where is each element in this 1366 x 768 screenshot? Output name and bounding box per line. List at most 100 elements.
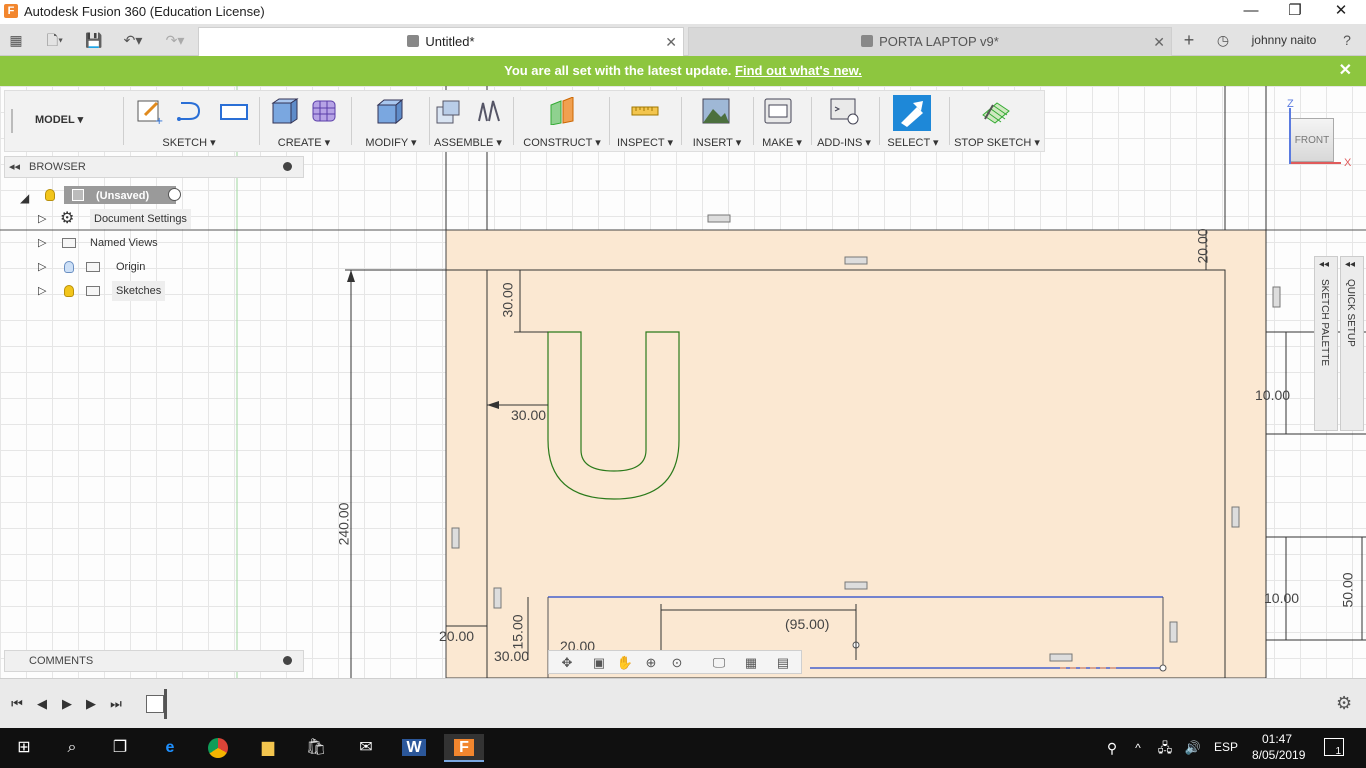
undo-icon[interactable]: ↶▾ [116,30,150,50]
insert-label[interactable]: INSERT ▾ [685,136,749,149]
comments-panel[interactable]: COMMENTS [4,650,304,672]
expand-palette-icon[interactable]: ◂◂ [1345,259,1355,270]
extrude-icon[interactable] [269,97,299,125]
dimension-label[interactable]: 240.00 [335,503,351,546]
viewports-icon[interactable]: ▤ [773,655,793,671]
search-icon[interactable]: ⌕ [52,734,92,762]
whats-new-link[interactable]: Find out what's new. [735,63,862,78]
network-icon[interactable]: 🖧 [1152,734,1178,762]
expand-triangle-icon[interactable]: ▷ [38,281,46,301]
dimension-label[interactable]: 30.00 [494,648,529,664]
close-window-button[interactable]: ✕ [1318,0,1364,24]
close-banner-icon[interactable]: ✕ [1339,56,1352,86]
store-icon[interactable]: 🛍 [296,734,336,762]
add-ins-label[interactable]: ADD-INS ▾ [813,136,875,149]
tab-porta-laptop[interactable]: PORTA LAPTOP v9* ✕ [688,27,1172,56]
fusion-taskbar-icon[interactable]: F [444,734,484,762]
pan-icon[interactable]: ✋ [615,655,635,671]
chrome-icon[interactable] [198,734,238,762]
timeline-marker[interactable] [164,689,167,719]
display-settings-icon[interactable]: 🖵 [709,655,729,671]
press-pull-icon[interactable] [375,97,405,125]
inspect-label[interactable]: INSPECT ▾ [613,136,677,149]
create-label[interactable]: CREATE ▾ [265,136,343,149]
redo-icon[interactable]: ↷▾ [158,30,192,50]
visibility-bulb-icon[interactable] [45,189,55,201]
insert-group[interactable]: INSERT ▾ [685,91,749,151]
look-at-icon[interactable]: ▣ [589,655,609,671]
close-tab-icon[interactable]: ✕ [1153,28,1165,56]
make-label[interactable]: MAKE ▾ [757,136,807,149]
clock-date[interactable]: 8/05/2019 [1252,748,1305,762]
collapse-browser-icon[interactable]: ◂◂ [9,157,20,177]
zoom-icon[interactable]: ⊕ [641,655,661,671]
sketch-line-icon[interactable] [175,97,205,125]
tree-root[interactable]: ◢ (Unsaved) [20,185,190,205]
add-comment-icon[interactable] [283,656,292,665]
create-sketch-icon[interactable]: + [135,97,165,125]
user-account[interactable]: johnny naito [1244,30,1324,50]
windows-start-icon[interactable]: ⊞ [4,734,44,762]
scripts-icon[interactable] [829,97,859,125]
expand-triangle-icon[interactable]: ▷ [38,233,46,253]
visibility-bulb-icon[interactable] [64,261,74,273]
select-group[interactable]: SELECT ▾ [881,91,945,151]
job-status-icon[interactable]: ◷ [1212,30,1234,50]
tab-untitled[interactable]: Untitled* ✕ [198,27,684,56]
dimension-label[interactable]: 20.00 [1195,228,1211,263]
expand-triangle-icon[interactable]: ▷ [38,257,46,277]
dimension-label[interactable]: 20.00 [439,628,474,644]
input-language[interactable]: ESP [1214,740,1238,754]
notifications-icon[interactable]: 1 [1324,738,1344,757]
sketch-feature-icon[interactable] [146,695,164,713]
modify-label[interactable]: MODIFY ▾ [357,136,425,149]
stop-sketch-icon[interactable] [981,97,1011,125]
file-menu-icon[interactable]: 🗋▾ [38,30,72,50]
expand-triangle-icon[interactable]: ▷ [38,209,46,229]
inspect-group[interactable]: INSPECT ▾ [613,91,677,151]
restore-button[interactable]: ❐ [1272,0,1318,24]
modify-group[interactable]: MODIFY ▾ [357,91,425,151]
measure-icon[interactable] [630,97,660,125]
assemble-label[interactable]: ASSEMBLE ▾ [431,136,505,149]
sketch-group[interactable]: + SKETCH ▾ [129,91,249,151]
browser-item-document-settings[interactable]: ▷ ⚙ Document Settings [38,209,198,229]
file-explorer-icon[interactable]: ▆ [248,734,288,762]
task-view-icon[interactable]: ❐ [100,734,140,762]
joint-icon[interactable] [473,97,503,125]
construct-group[interactable]: CONSTRUCT ▾ [519,91,605,151]
edge-browser-icon[interactable]: e [150,734,190,762]
play-icon[interactable]: ▶ [58,696,76,712]
insert-image-icon[interactable] [701,97,731,125]
sketch-label[interactable]: SKETCH ▾ [129,136,249,149]
new-component-icon[interactable] [433,97,463,125]
minimize-button[interactable]: — [1228,0,1274,24]
visibility-bulb-icon[interactable] [64,285,74,297]
dimension-label[interactable]: 10.00 [1264,590,1299,606]
browser-item-origin[interactable]: ▷ Origin [38,257,198,277]
step-back-icon[interactable]: ◀ [33,696,51,712]
expand-palette-icon[interactable]: ◂◂ [1319,259,1329,270]
3d-print-icon[interactable] [763,97,793,125]
step-forward-icon[interactable]: ▶ [82,696,100,712]
volume-icon[interactable]: 🔊 [1180,734,1206,762]
clock-time[interactable]: 01:47 [1262,732,1292,746]
show-hidden-icons-icon[interactable]: ^ [1128,734,1148,762]
construct-label[interactable]: CONSTRUCT ▾ [519,136,605,149]
activate-radio-icon[interactable] [168,188,181,201]
word-icon[interactable]: W [394,734,434,762]
select-label[interactable]: SELECT ▾ [881,136,945,149]
go-to-start-icon[interactable]: ⏮ [8,696,26,712]
dimension-label[interactable]: 30.00 [500,282,516,317]
offset-plane-icon[interactable] [547,97,577,125]
dimension-label[interactable]: 30.00 [511,407,546,423]
save-icon[interactable]: 💾 [84,30,104,50]
workspace-switcher[interactable]: MODEL ▾ [35,113,83,126]
assemble-group[interactable]: ASSEMBLE ▾ [431,91,505,151]
grid-settings-icon[interactable]: ▦ [741,655,761,671]
sketch-palette-tab[interactable]: ◂◂ SKETCH PALETTE [1314,256,1338,431]
minimize-panel-icon[interactable] [283,162,292,171]
dimension-label[interactable]: 15.00 [510,614,526,649]
close-tab-icon[interactable]: ✕ [665,28,677,56]
collapse-triangle-icon[interactable]: ◢ [20,188,29,208]
